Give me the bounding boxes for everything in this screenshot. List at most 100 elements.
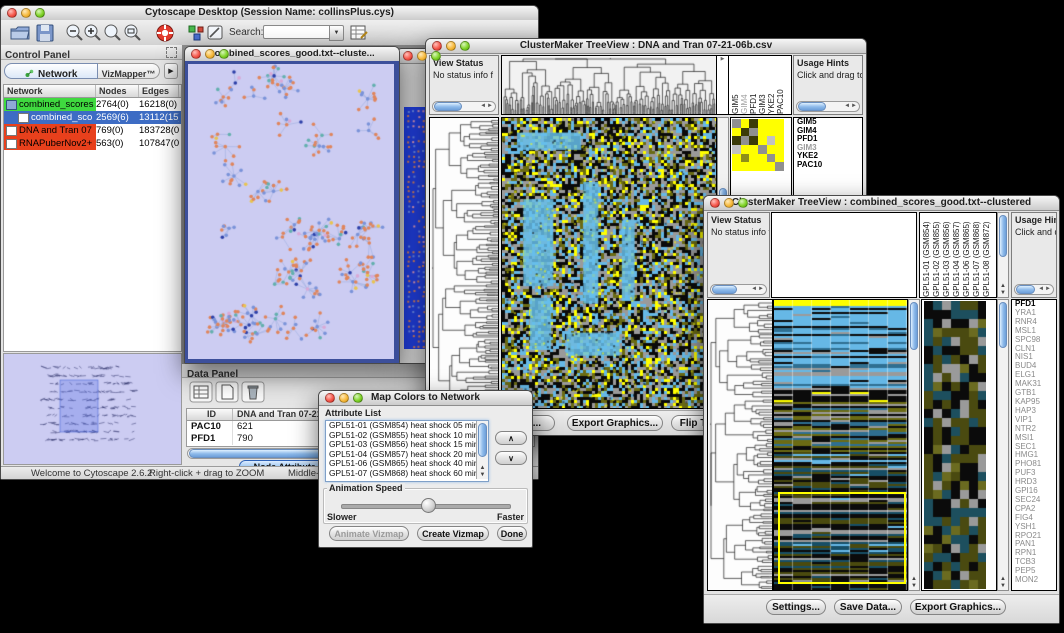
mini-matrix-cell[interactable] bbox=[732, 136, 741, 145]
mini-matrix-cell[interactable] bbox=[775, 145, 784, 154]
mini-matrix-cell[interactable] bbox=[767, 128, 776, 137]
scroll-arrows-icon[interactable]: ◄► bbox=[751, 285, 765, 294]
close-button[interactable] bbox=[710, 198, 720, 208]
zoom-button[interactable] bbox=[431, 51, 441, 61]
tv2-column-tree-area[interactable] bbox=[771, 212, 917, 298]
close-button[interactable] bbox=[432, 41, 442, 51]
zoom-button[interactable] bbox=[738, 198, 748, 208]
close-button[interactable] bbox=[325, 393, 335, 403]
export-graphics--button[interactable]: Export Graphics... bbox=[567, 415, 663, 431]
network-view-canvas[interactable] bbox=[188, 64, 394, 359]
minimize-button[interactable] bbox=[339, 393, 349, 403]
mini-matrix-cell[interactable] bbox=[758, 128, 767, 137]
minimize-button[interactable] bbox=[724, 198, 734, 208]
minimize-button[interactable] bbox=[417, 51, 427, 61]
minimize-button[interactable] bbox=[205, 49, 215, 59]
column-label[interactable]: GPL51-01 (GSM854) bbox=[922, 213, 932, 297]
network-table-row[interactable]: combined_sco2569(6)13112(15) bbox=[4, 111, 181, 124]
scroll-arrows-icon[interactable]: ◄► bbox=[480, 102, 494, 111]
network-table-row[interactable]: combined_scores2764(0)16218(0) bbox=[4, 98, 181, 111]
attribute-column-header[interactable]: ID bbox=[187, 409, 233, 420]
attribute-list-item[interactable]: GPL51-07 (GSM868) heat shock 60 min bbox=[326, 469, 476, 479]
close-button[interactable] bbox=[191, 49, 201, 59]
mini-matrix-cell[interactable] bbox=[741, 128, 750, 137]
zoom-fit-icon[interactable] bbox=[102, 23, 124, 43]
mini-matrix-cell[interactable] bbox=[749, 145, 758, 154]
zoom-button[interactable] bbox=[353, 393, 363, 403]
done-button[interactable]: Done bbox=[497, 526, 527, 541]
mini-matrix-cell[interactable] bbox=[749, 119, 758, 128]
tv2-view-status-hscroll[interactable]: ◄► bbox=[710, 284, 767, 295]
mini-matrix-cell[interactable] bbox=[758, 119, 767, 128]
zoom-selected-icon[interactable] bbox=[122, 23, 144, 43]
mini-matrix-cell[interactable] bbox=[775, 136, 784, 145]
export-graphics--button[interactable]: Export Graphics... bbox=[910, 599, 1006, 615]
minimize-button[interactable] bbox=[21, 8, 31, 18]
scroll-arrows-icon[interactable]: ◄► bbox=[844, 102, 858, 111]
annotation-icon[interactable] bbox=[204, 23, 226, 43]
create-attribute-icon[interactable] bbox=[215, 381, 239, 403]
settings--button[interactable]: Settings... bbox=[766, 599, 826, 615]
delete-attribute-icon[interactable] bbox=[241, 381, 265, 403]
tv2-heatmap[interactable] bbox=[773, 299, 908, 591]
search-dropdown-button[interactable]: ▼ bbox=[329, 25, 344, 41]
network-table-row[interactable]: RNAPuberNov2+563(0)107847(0) bbox=[4, 137, 181, 150]
network-table-row[interactable]: DNA and Tran 07769(0)183728(0) bbox=[4, 124, 181, 137]
zoom-button[interactable] bbox=[460, 41, 470, 51]
close-button[interactable] bbox=[403, 51, 413, 61]
gene-label[interactable]: MON2 bbox=[1012, 576, 1056, 585]
column-label[interactable]: GIM5 bbox=[731, 56, 740, 114]
move-up-button[interactable]: ∧ bbox=[495, 431, 527, 445]
column-label[interactable]: GPL51-08 (GSM872) bbox=[982, 213, 992, 297]
scroll-arrows-icon[interactable]: ◄► bbox=[1038, 285, 1052, 294]
mini-matrix-cell[interactable] bbox=[749, 162, 758, 171]
zoom-button[interactable] bbox=[219, 49, 229, 59]
column-label[interactable]: GPL51-04 (GSM857) bbox=[952, 213, 962, 297]
mini-matrix-cell[interactable] bbox=[767, 154, 776, 163]
treeview1-titlebar[interactable]: ClusterMaker TreeView : DNA and Tran 07-… bbox=[426, 39, 866, 54]
column-label[interactable]: YKE2 bbox=[767, 56, 776, 114]
mini-matrix-cell[interactable] bbox=[732, 154, 741, 163]
tv1-mini-matrix[interactable] bbox=[732, 119, 784, 171]
scroll-arrows-icon[interactable]: ▲▼ bbox=[477, 465, 488, 479]
tv2-heatmap-vscrollbar[interactable]: ▲▼ bbox=[908, 299, 920, 591]
mini-matrix-cell[interactable] bbox=[758, 136, 767, 145]
scroll-arrows-icon[interactable]: ▲▼ bbox=[998, 283, 1008, 297]
attribute-select-icon[interactable] bbox=[189, 381, 213, 403]
float-panel-icon[interactable] bbox=[166, 47, 177, 58]
minimize-button[interactable] bbox=[446, 41, 456, 51]
tv1-heatmap[interactable] bbox=[501, 117, 717, 409]
mini-matrix-cell[interactable] bbox=[775, 128, 784, 137]
tv1-view-status-hscroll[interactable]: ◄► bbox=[432, 101, 496, 112]
create-vizmap-button[interactable]: Create Vizmap bbox=[417, 526, 489, 541]
open-folder-icon[interactable] bbox=[9, 23, 31, 43]
dialog-titlebar[interactable]: Map Colors to Network bbox=[319, 391, 532, 406]
tv1-usage-hints-hscroll[interactable]: ◄► bbox=[796, 101, 860, 112]
attribute-table-icon[interactable] bbox=[348, 23, 370, 43]
tab-overflow-button[interactable]: ▶ bbox=[164, 63, 178, 79]
mini-matrix-cell[interactable] bbox=[741, 162, 750, 171]
gene-label[interactable]: PAC10 bbox=[794, 161, 862, 170]
main-title-bar[interactable]: Cytoscape Desktop (Session Name: collins… bbox=[1, 6, 538, 21]
help-lifebuoy-icon[interactable] bbox=[154, 23, 176, 43]
mini-matrix-cell[interactable] bbox=[767, 162, 776, 171]
network-view-titlebar[interactable]: combined_scores_good.txt--cluste... bbox=[185, 47, 399, 62]
save-icon[interactable] bbox=[34, 23, 56, 43]
mini-matrix-cell[interactable] bbox=[775, 162, 784, 171]
birdseye-panel[interactable] bbox=[3, 353, 182, 465]
column-label[interactable]: GPL51-07 (GSM868) bbox=[972, 213, 982, 297]
move-down-button[interactable]: ∨ bbox=[495, 451, 527, 465]
mini-matrix-cell[interactable] bbox=[732, 119, 741, 128]
search-input[interactable] bbox=[263, 25, 331, 39]
column-label[interactable]: GPL51-03 (GSM856) bbox=[942, 213, 952, 297]
column-label[interactable]: GIM3 bbox=[758, 56, 767, 114]
speed-slider-thumb[interactable] bbox=[421, 498, 436, 513]
network-column-header[interactable]: Nodes bbox=[96, 85, 139, 97]
tv2-secondary-vscrollbar[interactable]: ▲▼ bbox=[997, 299, 1009, 591]
mini-matrix-cell[interactable] bbox=[749, 136, 758, 145]
column-label[interactable]: PAC10 bbox=[776, 56, 785, 114]
tv2-row-dendrogram[interactable] bbox=[707, 299, 773, 591]
tab-vizmapper[interactable]: VizMapper™ bbox=[98, 63, 160, 79]
tv2-gene-list[interactable]: PFD1YRA1RNR4MSL1SPC98CLN1NIS1BUD4ELG1MAK… bbox=[1011, 299, 1057, 591]
mini-matrix-cell[interactable] bbox=[732, 145, 741, 154]
